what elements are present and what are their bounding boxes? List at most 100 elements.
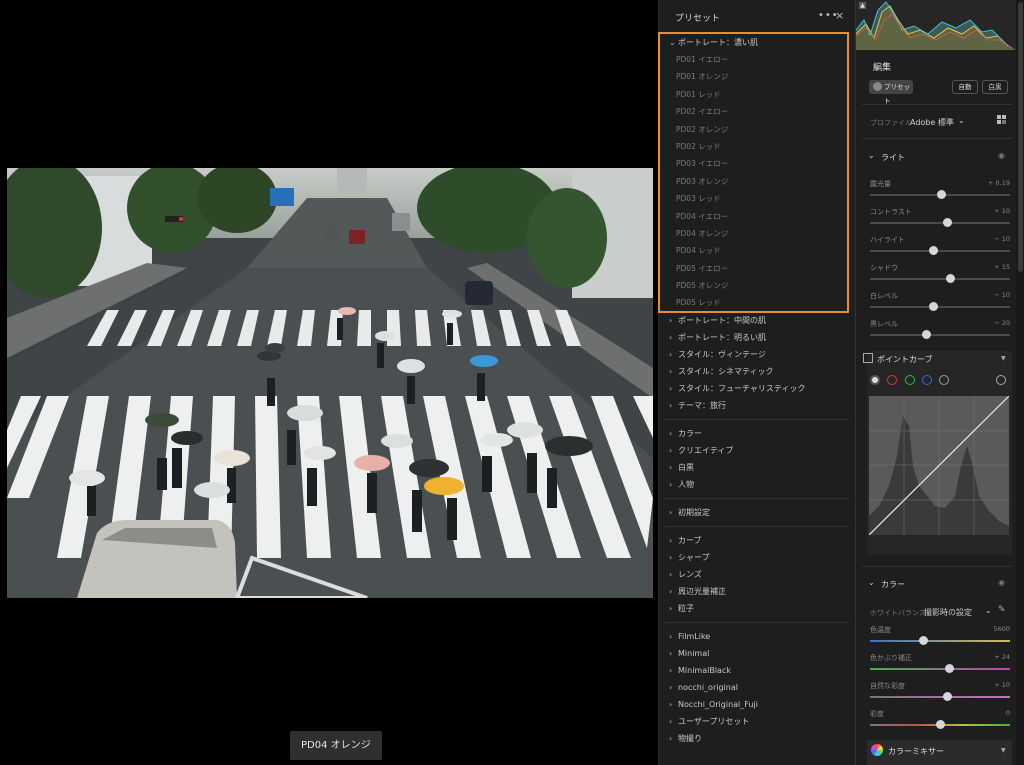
preset-group[interactable]: › ポートレート：中間の肌 <box>659 312 855 329</box>
preset-group[interactable]: › ポートレート：明るい肌 <box>659 329 855 346</box>
preset-group[interactable]: › クリエイティブ <box>659 442 855 459</box>
slider-thumb[interactable] <box>928 246 938 255</box>
preset-item[interactable]: PD05 レッド <box>659 294 855 311</box>
preset-item[interactable]: PD01 レッド <box>659 86 855 103</box>
divider <box>862 104 1012 105</box>
preset-item[interactable]: PD04 オレンジ <box>659 225 855 242</box>
slider-thumb[interactable] <box>918 636 928 645</box>
close-icon[interactable]: × <box>835 9 844 22</box>
slider-thumb[interactable] <box>935 720 945 729</box>
caret-down-icon[interactable]: ▼ <box>1001 747 1006 754</box>
preset-item[interactable]: PD02 レッド <box>659 138 855 155</box>
preset-group[interactable]: › スタイル：シネマティック <box>659 363 855 380</box>
eye-icon[interactable]: ◉ <box>998 578 1005 587</box>
preset-item[interactable]: PD03 オレンジ <box>659 173 855 190</box>
black-white-button[interactable]: 白黒 <box>982 80 1008 94</box>
slider-thumb[interactable] <box>945 664 955 673</box>
preset-item[interactable]: PD03 レッド <box>659 190 855 207</box>
slider-value[interactable]: + 15 <box>994 263 1010 271</box>
preset-group[interactable]: › FilmLike <box>659 628 855 645</box>
slider-thumb[interactable] <box>942 218 952 227</box>
slider-thumb[interactable] <box>936 190 946 199</box>
slider-thumb[interactable] <box>921 330 931 339</box>
preset-item[interactable]: PD01 オレンジ <box>659 68 855 85</box>
slider-value[interactable]: − 10 <box>994 235 1010 243</box>
preset-group[interactable]: › シャープ <box>659 549 855 566</box>
slider-value[interactable]: 0 <box>1006 709 1010 717</box>
preset-item[interactable]: PD05 オレンジ <box>659 277 855 294</box>
eye-icon[interactable]: ◉ <box>998 151 1005 160</box>
slider-value[interactable]: + 10 <box>994 681 1010 689</box>
slider-thumb[interactable] <box>942 692 952 701</box>
divider <box>665 621 849 623</box>
preset-group[interactable]: › スタイル：ヴィンテージ <box>659 346 855 363</box>
preset-item[interactable]: PD02 オレンジ <box>659 121 855 138</box>
slider-track[interactable] <box>870 278 1010 280</box>
chevron-right-icon: › <box>669 552 673 562</box>
chevron-right-icon: › <box>669 716 673 726</box>
preset-group[interactable]: › 周辺光量補正 <box>659 583 855 600</box>
curve-icon <box>863 353 873 363</box>
profile-browser-icon[interactable] <box>997 115 1006 124</box>
targeted-adjustment-icon[interactable] <box>996 375 1006 385</box>
slider-thumb[interactable] <box>928 302 938 311</box>
preset-group[interactable]: › 白黒 <box>659 459 855 476</box>
caret-down-icon[interactable]: ▼ <box>1001 355 1006 362</box>
preset-item[interactable]: PD01 イエロー <box>659 51 855 68</box>
slider-track[interactable] <box>870 306 1010 308</box>
slider-track[interactable] <box>870 696 1010 698</box>
slider-value[interactable]: + 10 <box>994 207 1010 215</box>
preset-group[interactable]: › 物撮り <box>659 730 855 747</box>
preset-group-label: スタイル：ヴィンテージ <box>678 349 766 359</box>
slider-value[interactable]: 5600 <box>993 625 1010 633</box>
preset-group-expanded[interactable]: ⌄ ポートレート：濃い肌 <box>659 34 855 51</box>
preset-group[interactable]: › レンズ <box>659 566 855 583</box>
eyedropper-icon[interactable]: ✎ <box>998 605 1006 615</box>
slider-track[interactable] <box>870 640 1010 642</box>
slider-value[interactable]: + 0.19 <box>988 179 1010 187</box>
chevron-down-icon[interactable]: ⌄ <box>985 606 992 615</box>
green-channel-icon[interactable] <box>905 375 915 385</box>
preset-item[interactable]: PD04 レッド <box>659 242 855 259</box>
preset-group[interactable]: › テーマ：旅行 <box>659 397 855 414</box>
preset-group-label: スタイル：シネマティック <box>678 366 774 376</box>
red-channel-icon[interactable] <box>887 375 897 385</box>
slider-thumb[interactable] <box>946 274 955 283</box>
tone-curve-graph[interactable] <box>869 396 1009 535</box>
preset-group[interactable]: › カラー <box>659 425 855 442</box>
preset-item[interactable]: PD05 イエロー <box>659 260 855 277</box>
slider-track[interactable] <box>870 334 1010 336</box>
slider-value[interactable]: − 10 <box>994 291 1010 299</box>
preset-item[interactable]: PD03 イエロー <box>659 155 855 172</box>
color-section-header[interactable]: ⌄ カラー ◉ <box>856 577 1016 591</box>
blue-channel-icon[interactable] <box>922 375 932 385</box>
chevron-down-icon: ⌄ <box>868 151 875 160</box>
chevron-down-icon[interactable]: ⌄ <box>958 116 965 125</box>
preset-group[interactable]: › スタイル：フューチャリスティック <box>659 380 855 397</box>
slider-track[interactable] <box>870 222 1010 224</box>
scrollbar-thumb[interactable] <box>1018 2 1023 272</box>
slider-track[interactable] <box>870 668 1010 670</box>
clipping-toggle-icon[interactable]: ▲ <box>859 2 866 9</box>
white-balance-dropdown[interactable]: 撮影時の設定 <box>924 607 972 618</box>
light-section-header[interactable]: ⌄ ライト ◉ <box>856 150 1016 164</box>
preset-group[interactable]: › 初期設定 <box>659 504 855 521</box>
preset-group[interactable]: › nocchi_original <box>659 679 855 696</box>
preset-group[interactable]: › Minimal <box>659 645 855 662</box>
parametric-curve-icon[interactable] <box>939 375 949 385</box>
preset-group[interactable]: › カーブ <box>659 532 855 549</box>
preset-group[interactable]: › Nocchi_Original_Fuji <box>659 696 855 713</box>
auto-button[interactable]: 自動 <box>952 80 978 94</box>
preset-group[interactable]: › 粒子 <box>659 600 855 617</box>
preset-item[interactable]: PD04 イエロー <box>659 208 855 225</box>
preset-button[interactable]: プリセット <box>869 80 913 105</box>
preset-item[interactable]: PD02 イエロー <box>659 103 855 120</box>
preset-group[interactable]: › ユーザープリセット <box>659 713 855 730</box>
slider-track[interactable] <box>870 250 1010 252</box>
preset-group[interactable]: › 人物 <box>659 476 855 493</box>
slider-value[interactable]: − 20 <box>994 319 1010 327</box>
preset-group[interactable]: › MinimalBlack <box>659 662 855 679</box>
slider-value[interactable]: + 24 <box>994 653 1010 661</box>
rgb-channel-icon[interactable] <box>870 375 880 385</box>
profile-dropdown[interactable]: Adobe 標準 <box>910 117 954 128</box>
